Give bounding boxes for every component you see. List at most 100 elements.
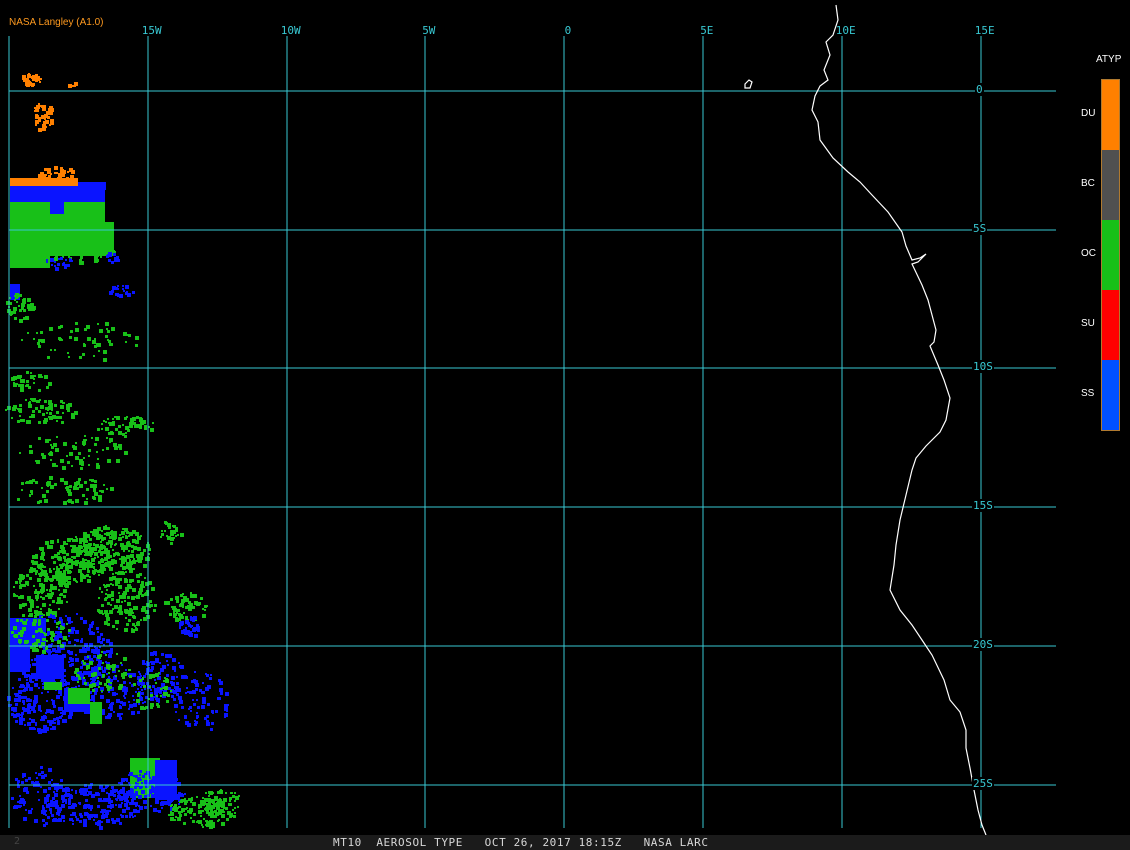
aerosol-pixel <box>234 792 236 794</box>
aerosol-pixel <box>112 608 114 610</box>
aerosol-pixel <box>112 664 116 668</box>
aerosol-pixel <box>32 555 36 559</box>
aerosol-pixel <box>23 703 25 705</box>
latitude-label: 5S <box>972 222 988 235</box>
aerosol-pixel <box>38 565 42 569</box>
aerosol-pixel <box>30 372 32 374</box>
aerosol-pixel <box>177 807 179 809</box>
aerosol-pixel <box>71 621 73 623</box>
aerosol-pixel <box>124 609 128 613</box>
aerosol-pixel <box>62 801 64 803</box>
aerosol-pixel <box>67 461 70 464</box>
aerosol-pixel <box>173 525 176 528</box>
aerosol-pixel <box>201 824 203 826</box>
aerosol-pixel <box>116 628 118 630</box>
aerosol-pixel <box>46 700 48 702</box>
aerosol-pixel <box>16 301 18 303</box>
aerosol-pixel <box>125 341 127 343</box>
aerosol-pixel <box>149 777 151 779</box>
aerosol-pixel <box>43 559 45 561</box>
aerosol-pixel <box>47 628 50 631</box>
aerosol-pixel <box>51 592 54 595</box>
legend-swatch-bc <box>1102 150 1119 220</box>
aerosol-pixel <box>92 621 94 623</box>
aerosol-pixel <box>124 568 126 570</box>
aerosol-pixel <box>103 358 107 362</box>
aerosol-pixel <box>206 820 208 822</box>
aerosol-pixel <box>115 572 117 574</box>
aerosol-pixel <box>27 710 31 714</box>
aerosol-pixel <box>70 658 74 662</box>
aerosol-pixel <box>107 623 110 626</box>
aerosol-pixel <box>38 624 40 626</box>
aerosol-pixel <box>118 782 120 784</box>
aerosol-pixel <box>161 807 163 809</box>
aerosol-pixel <box>49 476 53 480</box>
aerosol-pixel <box>122 676 125 679</box>
aerosol-pixel <box>26 679 28 681</box>
aerosol-pixel <box>36 606 38 608</box>
aerosol-pixel <box>78 685 80 687</box>
aerosol-pixel <box>30 490 33 493</box>
aerosol-pixel <box>125 426 129 430</box>
aerosol-pixel <box>118 794 120 796</box>
aerosol-pixel <box>21 696 24 699</box>
aerosol-pixel <box>11 653 15 657</box>
aerosol-pixel <box>196 821 198 823</box>
aerosol-pixel <box>13 405 17 409</box>
aerosol-pixel <box>68 651 71 654</box>
aerosol-pixel <box>132 612 134 614</box>
aerosol-pixel <box>75 322 78 325</box>
aerosol-pixel <box>62 788 66 792</box>
aerosol-pixel <box>83 539 87 543</box>
aerosol-pixel <box>49 589 52 592</box>
aerosol-pixel <box>67 558 71 562</box>
aerosol-pixel <box>151 674 155 678</box>
aerosol-pixel <box>125 432 127 434</box>
aerosol-pixel <box>129 579 132 582</box>
aerosol-pixel <box>158 672 160 674</box>
aerosol-pixel <box>44 566 46 568</box>
aerosol-pixel <box>90 678 92 680</box>
aerosol-pixel <box>32 663 35 666</box>
aerosol-pixel <box>83 457 85 459</box>
aerosol-pixel <box>65 802 67 804</box>
aerosol-pixel <box>54 483 57 486</box>
aerosol-pixel <box>76 547 80 551</box>
aerosol-pixel <box>63 719 67 723</box>
aerosol-pixel <box>230 804 232 806</box>
aerosol-pixel <box>177 534 179 536</box>
aerosol-pixel <box>168 687 171 690</box>
aerosol-pixel <box>67 171 69 173</box>
aerosol-pixel <box>47 481 51 485</box>
aerosol-pixel <box>44 716 47 719</box>
aerosol-pixel <box>140 535 142 537</box>
aerosol-pixel <box>133 558 135 560</box>
aerosol-pixel <box>32 410 35 413</box>
aerosol-pixel <box>103 484 105 486</box>
aerosol-pixel <box>60 171 62 173</box>
coastline <box>811 4 987 835</box>
aerosol-pixel <box>88 785 92 789</box>
aerosol-pixel <box>117 611 119 613</box>
aerosol-pixel <box>115 579 119 583</box>
aerosol-pixel <box>123 290 125 292</box>
aerosol-pixel <box>35 114 38 117</box>
aerosol-pixel <box>109 610 113 614</box>
aerosol-pixel <box>155 682 157 684</box>
aerosol-pixel <box>125 571 127 573</box>
aerosol-pixel <box>55 267 59 271</box>
aerosol-pixel <box>24 648 26 650</box>
aerosol-pixel <box>16 383 18 385</box>
aerosol-pixel <box>46 412 48 414</box>
aerosol-pixel <box>78 182 106 190</box>
aerosol-pixel <box>41 692 43 694</box>
aerosol-pixel <box>221 822 225 826</box>
aerosol-pixel <box>80 617 83 620</box>
aerosol-pixel <box>210 810 213 813</box>
aerosol-pixel <box>74 639 76 641</box>
aerosol-pixel <box>108 672 110 674</box>
aerosol-pixel <box>29 401 31 403</box>
aerosol-pixel <box>69 712 73 716</box>
aerosol-pixel <box>38 128 42 132</box>
